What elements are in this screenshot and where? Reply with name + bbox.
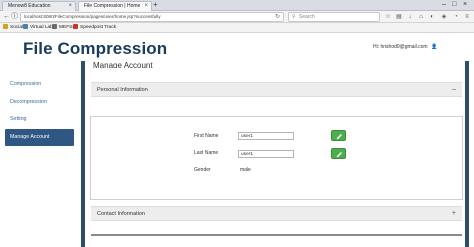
edit-first-name-button[interactable] — [331, 130, 346, 141]
sidebar-item-decompression[interactable]: Decompression — [5, 96, 74, 108]
page-icon — [52, 23, 57, 29]
url-input[interactable]: localhost:8080/FileCompression/pages/use… — [20, 12, 284, 22]
collapse-icon[interactable]: – — [452, 83, 456, 97]
personal-information-panel: First Name Last Name Gender male — [90, 116, 463, 200]
search-icon: ⚲ — [292, 14, 296, 20]
user-icon: 👤 — [430, 44, 438, 50]
back-icon[interactable]: ← — [3, 12, 10, 22]
bookmark-star-icon[interactable]: ☆ — [384, 13, 392, 21]
pocket-icon[interactable]: ◐ — [428, 13, 436, 21]
browser-tab-bar: Menow8 Education × File Compression | Ho… — [0, 0, 474, 11]
section-title: Contact Information — [97, 211, 145, 217]
downloads-icon[interactable]: ↓ — [406, 13, 414, 21]
bookmarks-bar: Social Virtual Lab MEFSI Speedpost Track — [0, 23, 474, 33]
info-icon[interactable]: ⓘ — [11, 12, 18, 22]
pencil-icon — [336, 152, 342, 158]
sidebar-item-setting[interactable]: Setting — [5, 113, 74, 125]
page-icon — [73, 23, 78, 29]
last-name-field[interactable] — [238, 150, 294, 158]
minimize-icon[interactable]: – — [442, 0, 446, 10]
url-text: localhost:8080/FileCompression/pages/use… — [24, 14, 161, 19]
bookmark-social[interactable]: Social — [3, 23, 23, 33]
pencil-icon — [336, 134, 342, 140]
last-name-label: Last Name — [194, 150, 219, 156]
browser-search-input[interactable]: ⚲ Search — [288, 12, 380, 22]
user-label: Hi: hrishod9@gmail.com — [373, 44, 428, 50]
personal-information-header[interactable]: Personal Information – — [91, 82, 462, 97]
divider — [91, 234, 462, 236]
browser-toolbar: ← ⓘ localhost:8080/FileCompression/pages… — [0, 11, 474, 23]
gender-value: male — [240, 167, 251, 173]
maximize-icon[interactable]: □ — [452, 0, 456, 10]
browser-tab-file-compression[interactable]: File Compression | Home × — [78, 1, 152, 11]
new-tab-icon[interactable]: + — [153, 0, 158, 10]
menu-icon[interactable]: ≡ — [463, 13, 471, 21]
bookmark-virtual-lab[interactable]: Virtual Lab — [23, 23, 53, 33]
first-name-field[interactable] — [238, 132, 294, 140]
tab-title: File Compression | Home — [84, 3, 141, 9]
reading-list-icon[interactable]: ▤ — [395, 13, 403, 21]
app-title: File Compression — [23, 39, 168, 58]
extension-icon[interactable]: ◈ — [440, 13, 448, 21]
expand-icon[interactable]: + — [452, 207, 456, 221]
close-tab-icon[interactable]: × — [144, 2, 148, 11]
page-title: Manage Account — [93, 62, 153, 68]
user-menu[interactable]: Hi: hrishod9@gmail.com 👤 — [373, 44, 437, 50]
bookmark-mefsi[interactable]: MEFSI — [52, 23, 74, 33]
section-title: Personal Information — [97, 87, 148, 93]
edit-last-name-button[interactable] — [331, 148, 346, 159]
contact-information-header[interactable]: Contact Information + — [91, 206, 462, 221]
browser-tab-menow[interactable]: Menow8 Education × — [2, 1, 76, 11]
sidebar-item-compression[interactable]: Compression — [5, 78, 74, 90]
home-icon[interactable]: ⌂ — [417, 13, 425, 21]
folder-icon — [3, 23, 8, 29]
search-placeholder: Search — [299, 14, 315, 20]
main-panel: Manage Account Personal Information – Fi… — [81, 61, 469, 247]
sidebar-item-manage-account[interactable]: Manage Account — [5, 129, 74, 146]
chat-icon[interactable]: ◔ — [452, 13, 460, 21]
gender-label: Gender — [194, 167, 211, 173]
tab-title: Menow8 Education — [8, 3, 51, 9]
page-icon — [23, 23, 28, 29]
close-window-icon[interactable]: × — [463, 0, 467, 10]
close-tab-icon[interactable]: × — [68, 2, 72, 11]
reload-icon[interactable]: ↻ — [275, 13, 280, 21]
first-name-label: First Name — [194, 133, 219, 139]
bookmark-speedpost-track[interactable]: Speedpost Track — [73, 23, 116, 33]
